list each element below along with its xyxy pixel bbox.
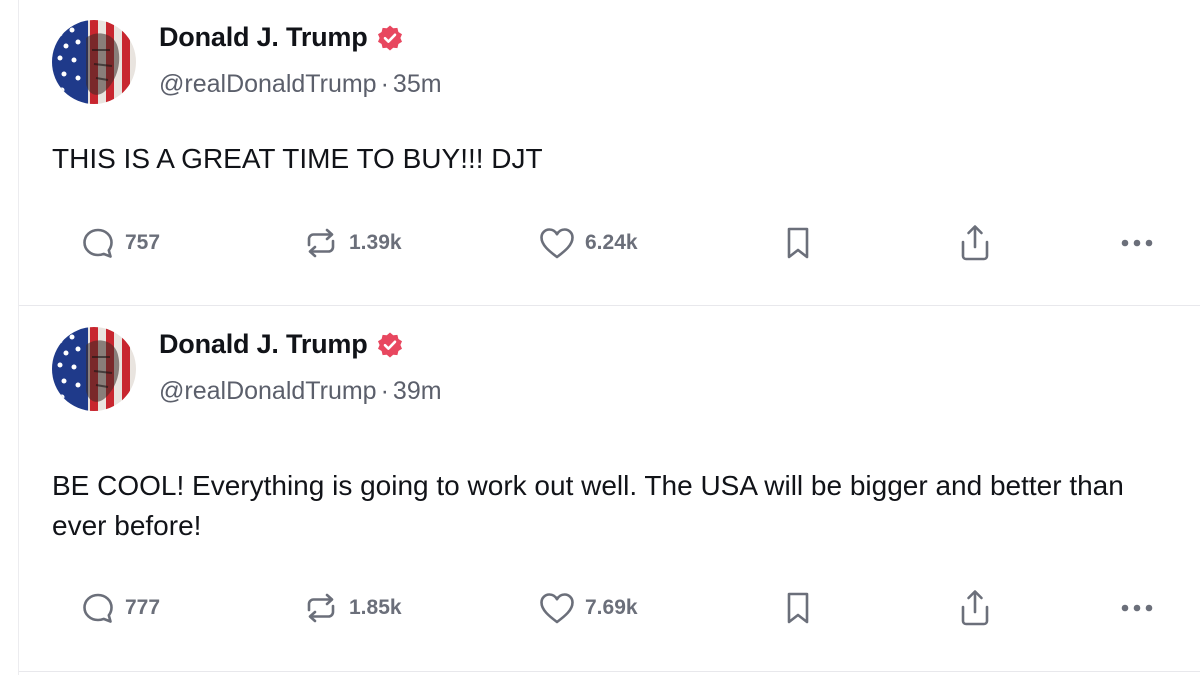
more-icon — [1121, 604, 1153, 612]
retruth-icon — [307, 593, 335, 623]
avatar-image — [52, 20, 136, 104]
author-name[interactable]: Donald J. Trump — [159, 329, 368, 360]
meta-separator: · — [380, 70, 389, 98]
reply-button[interactable]: 777 — [79, 585, 160, 631]
author-avatar[interactable] — [52, 327, 136, 411]
retruth-button[interactable]: 1.39k — [301, 220, 402, 266]
timeline-feed: Donald J. Trump @realDonaldTrump · 35m THI… — [0, 0, 1200, 675]
retruth-button[interactable]: 1.85k — [301, 585, 402, 631]
author-handle[interactable]: @realDonaldTrump — [159, 377, 377, 405]
retruth-count: 1.85k — [349, 596, 402, 619]
bookmark-icon — [787, 227, 809, 259]
post-meta: @realDonaldTrump · 39m — [159, 377, 442, 406]
reply-count: 777 — [125, 596, 161, 619]
meta-separator: · — [380, 377, 389, 405]
reply-icon — [83, 593, 113, 623]
bookmark-button[interactable] — [781, 220, 815, 266]
heart-icon — [540, 593, 574, 624]
like-button[interactable]: 7.69k — [537, 585, 638, 631]
share-icon — [961, 225, 989, 261]
post-actions: 777 1.85k 7.69k — [19, 585, 1200, 631]
verified-badge-icon — [376, 331, 404, 359]
author-avatar[interactable] — [52, 20, 136, 104]
heart-icon — [540, 228, 574, 259]
more-options-button[interactable] — [1115, 220, 1159, 266]
post-time[interactable]: 39m — [393, 377, 442, 405]
post-meta: @realDonaldTrump · 35m — [159, 70, 442, 99]
like-count: 7.69k — [585, 596, 638, 619]
like-button[interactable]: 6.24k — [537, 220, 638, 266]
share-button[interactable] — [955, 585, 995, 631]
retruth-count: 1.39k — [349, 231, 402, 254]
post-text: BE COOL! Everything is going to work out… — [52, 470, 1124, 541]
post-actions: 757 1.39k 6.24k — [19, 220, 1200, 266]
post-text: THIS IS A GREAT TIME TO BUY!!! DJT — [52, 143, 543, 174]
bookmark-icon — [787, 592, 809, 624]
post-time[interactable]: 35m — [393, 70, 442, 98]
more-icon — [1121, 239, 1153, 247]
reply-count: 757 — [125, 231, 161, 254]
post-card[interactable]: Donald J. Trump @realDonaldTrump · 35m THI… — [19, 0, 1200, 306]
author-name[interactable]: Donald J. Trump — [159, 22, 368, 53]
like-count: 6.24k — [585, 231, 638, 254]
author-row: Donald J. Trump — [159, 22, 404, 53]
verified-badge-icon — [376, 24, 404, 52]
avatar-image — [52, 327, 136, 411]
author-handle[interactable]: @realDonaldTrump — [159, 70, 377, 98]
reply-button[interactable]: 757 — [79, 220, 160, 266]
post-card[interactable]: Donald J. Trump @realDonaldTrump · 39m BE … — [19, 307, 1200, 672]
author-row: Donald J. Trump — [159, 329, 404, 360]
share-icon — [961, 590, 989, 626]
bookmark-button[interactable] — [781, 585, 815, 631]
feed-left-border — [0, 0, 19, 675]
more-options-button[interactable] — [1115, 585, 1159, 631]
reply-icon — [83, 228, 113, 258]
share-button[interactable] — [955, 220, 995, 266]
retruth-icon — [307, 228, 335, 258]
